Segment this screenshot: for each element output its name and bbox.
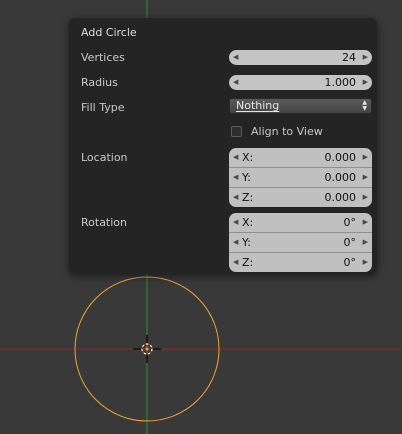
rotation-x-field[interactable]: ◀ X: 0° ▶ <box>229 213 372 233</box>
location-x-value: 0.000 <box>324 151 357 164</box>
rotation-y-value: 0° <box>343 236 357 249</box>
right-arrow-icon[interactable]: ▶ <box>363 75 368 90</box>
right-arrow-icon[interactable]: ▶ <box>363 213 368 232</box>
location-y-field[interactable]: ◀ Y: 0.000 ▶ <box>229 168 372 188</box>
axis-label: X: <box>242 151 254 164</box>
rotation-x-value: 0° <box>343 216 357 229</box>
location-fields: ◀ X: 0.000 ▶ ◀ Y: 0.000 ▶ ◀ Z: 0.000 ▶ <box>229 148 372 207</box>
right-arrow-icon[interactable]: ▶ <box>363 233 368 252</box>
up-down-caret-icon: ▲ ▼ <box>362 99 367 112</box>
radius-field[interactable]: ◀ 1.000 ▶ <box>229 75 372 90</box>
right-arrow-icon[interactable]: ▶ <box>363 168 368 187</box>
vertices-value: 24 <box>342 51 356 64</box>
rotation-label: Rotation <box>81 216 128 229</box>
left-arrow-icon[interactable]: ◀ <box>233 233 238 252</box>
axis-label: X: <box>242 216 254 229</box>
radius-label: Radius <box>81 76 118 89</box>
rotation-z-value: 0° <box>343 256 357 269</box>
panel-title: Add Circle <box>81 26 137 39</box>
fill-type-dropdown[interactable]: Nothing ▲ ▼ <box>229 98 372 114</box>
vertices-label: Vertices <box>81 51 125 64</box>
left-arrow-icon[interactable]: ◀ <box>233 168 238 187</box>
right-arrow-icon[interactable]: ▶ <box>363 50 368 65</box>
left-arrow-icon[interactable]: ◀ <box>233 50 238 65</box>
right-arrow-icon[interactable]: ▶ <box>363 253 368 272</box>
right-arrow-icon[interactable]: ▶ <box>363 188 368 207</box>
left-arrow-icon[interactable]: ◀ <box>233 75 238 90</box>
location-label: Location <box>81 151 128 164</box>
location-z-value: 0.000 <box>324 191 357 204</box>
radius-value: 1.000 <box>324 76 357 89</box>
add-circle-operator-panel: Add Circle Vertices ◀ 24 ▶ Radius ◀ 1.00… <box>69 18 377 274</box>
axis-label: Y: <box>242 236 251 249</box>
align-to-view-label[interactable]: Align to View <box>251 125 323 139</box>
align-to-view-checkbox[interactable] <box>231 126 242 137</box>
left-arrow-icon[interactable]: ◀ <box>233 253 238 272</box>
vertices-field[interactable]: ◀ 24 ▶ <box>229 50 372 65</box>
axis-label: Z: <box>242 256 254 269</box>
rotation-fields: ◀ X: 0° ▶ ◀ Y: 0° ▶ ◀ Z: 0° ▶ <box>229 213 372 272</box>
rotation-z-field[interactable]: ◀ Z: 0° ▶ <box>229 253 372 272</box>
left-arrow-icon[interactable]: ◀ <box>233 148 238 167</box>
axis-label: Z: <box>242 191 254 204</box>
rotation-y-field[interactable]: ◀ Y: 0° ▶ <box>229 233 372 253</box>
3d-cursor-icon <box>133 335 161 363</box>
location-y-value: 0.000 <box>324 171 357 184</box>
location-x-field[interactable]: ◀ X: 0.000 ▶ <box>229 148 372 168</box>
fill-type-value: Nothing <box>236 99 280 112</box>
left-arrow-icon[interactable]: ◀ <box>233 213 238 232</box>
right-arrow-icon[interactable]: ▶ <box>363 148 368 167</box>
axis-label: Y: <box>242 171 251 184</box>
fill-type-label: Fill Type <box>81 101 125 114</box>
left-arrow-icon[interactable]: ◀ <box>233 188 238 207</box>
location-z-field[interactable]: ◀ Z: 0.000 ▶ <box>229 188 372 207</box>
